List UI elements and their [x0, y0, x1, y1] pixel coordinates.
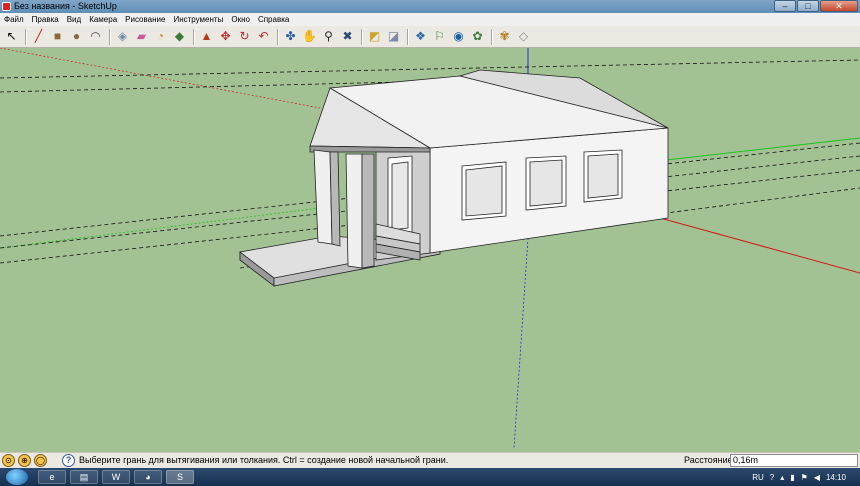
status-icons: ⊙ ⊕ ◯ — [2, 454, 50, 467]
help-icon[interactable]: ? — [62, 454, 75, 467]
menu-bar: Файл Правка Вид Камера Рисование Инструм… — [0, 13, 860, 26]
arc-tool-icon[interactable]: ◠ — [87, 28, 104, 45]
zoom-extents-icon[interactable]: ✖ — [339, 28, 356, 45]
line-tool-icon[interactable]: ╱ — [30, 28, 47, 45]
status-hint: Выберите грань для вытягивания или толка… — [79, 455, 449, 465]
select-tool-icon[interactable]: ↖ — [3, 28, 20, 45]
menu-edit[interactable]: Правка — [32, 13, 59, 26]
share-model-icon[interactable]: ◪ — [385, 28, 402, 45]
red-axis — [659, 217, 860, 274]
scene-canvas[interactable] — [0, 48, 860, 452]
porch-column-left[interactable] — [313, 149, 333, 245]
minimize-button[interactable]: – — [774, 0, 796, 12]
help-tray-icon[interactable]: ? — [770, 473, 774, 482]
model-viewport[interactable] — [0, 48, 860, 452]
ie-icon[interactable]: e — [38, 470, 66, 484]
window-2-pane — [529, 159, 563, 207]
window-controls: – □ ✕ — [773, 0, 858, 13]
menu-file[interactable]: Файл — [4, 13, 24, 26]
window-1-pane — [465, 165, 503, 217]
status-bar: ⊙ ⊕ ◯ ? Выберите грань для вытягивания и… — [0, 452, 860, 468]
maximize-button[interactable]: □ — [797, 0, 819, 12]
green-axis — [639, 137, 860, 164]
toolbar-separator — [25, 28, 27, 45]
sketchup-app-icon — [2, 2, 11, 11]
get-models-icon[interactable]: ◩ — [366, 28, 383, 45]
porch-column-right-side — [361, 153, 375, 269]
push-pull-icon[interactable]: ▲ — [198, 28, 215, 45]
porch-column-left-side — [329, 151, 341, 247]
move-tool-icon[interactable]: ✥ — [217, 28, 234, 45]
user-icon[interactable]: ◯ — [34, 454, 47, 467]
google-earth-icon[interactable]: ◉ — [450, 28, 467, 45]
eraser-tool-icon[interactable]: ▰ — [133, 28, 150, 45]
language-indicator[interactable]: RU — [752, 473, 764, 482]
house-model[interactable] — [239, 69, 669, 287]
front-door[interactable] — [391, 161, 409, 231]
menu-view[interactable]: Вид — [67, 13, 81, 26]
make-component-icon[interactable]: ◈ — [114, 28, 131, 45]
title-bar: Без названия - SketchUp – □ ✕ — [0, 0, 860, 13]
components-icon[interactable]: ❖ — [412, 28, 429, 45]
windows-taskbar: e ▤ W ◕ S RU ? ▴ ▮ ⚑ ◀ 14:10 — [0, 468, 860, 486]
toolbar-separator — [193, 28, 195, 45]
blue-axis-negative — [513, 237, 529, 449]
menu-tools[interactable]: Инструменты — [173, 13, 223, 26]
window-title: Без названия - SketchUp — [14, 1, 117, 11]
toolbar-separator — [491, 28, 493, 45]
menu-draw[interactable]: Рисование — [125, 13, 165, 26]
clock[interactable]: 14:10 — [826, 473, 846, 482]
measurements-label: Расстояние — [684, 455, 733, 465]
menu-help[interactable]: Справка — [258, 13, 289, 26]
toolbar-separator — [407, 28, 409, 45]
show-hidden-icons[interactable]: ▴ — [780, 473, 784, 482]
guide-line — [0, 59, 860, 79]
geo-location-icon[interactable]: ⊙ — [2, 454, 15, 467]
system-tray: RU ? ▴ ▮ ⚑ ◀ 14:10 — [752, 468, 860, 486]
menu-camera[interactable]: Камера — [89, 13, 117, 26]
menu-window[interactable]: Окно — [231, 13, 250, 26]
chrome-icon[interactable]: ◕ — [134, 470, 162, 484]
toolbar-separator — [109, 28, 111, 45]
volume-icon[interactable]: ◀ — [814, 473, 820, 482]
red-axis-back — [0, 48, 321, 109]
toolbar-separator — [277, 28, 279, 45]
add-location-icon[interactable]: ⚐ — [431, 28, 448, 45]
style-tool-icon[interactable]: ✾ — [496, 28, 513, 45]
offset-tool-icon[interactable]: ↶ — [255, 28, 272, 45]
tape-measure-icon[interactable]: ◔ — [152, 28, 169, 45]
toolbar-separator — [361, 28, 363, 45]
main-toolbar: ↖ ╱ ■ ● ◠ ◈ ▰ ◔ ◆ ▲ ✥ ↻ ↶ ✤ ✋ ⚲ ✖ ◩ ◪ ❖ ⚐ ◉ ✿ ✾ ◇ — [0, 26, 860, 48]
sketchup-taskbar-icon[interactable]: S — [166, 470, 194, 484]
porch-column-right[interactable] — [345, 153, 363, 269]
zoom-tool-icon[interactable]: ⚲ — [320, 28, 337, 45]
circle-tool-icon[interactable]: ● — [68, 28, 85, 45]
start-button[interactable] — [6, 469, 28, 485]
rectangle-tool-icon[interactable]: ■ — [49, 28, 66, 45]
pan-tool-icon[interactable]: ✋ — [301, 28, 318, 45]
window-3-pane — [587, 153, 619, 199]
green-axis-negative — [0, 207, 321, 249]
rotate-tool-icon[interactable]: ↻ — [236, 28, 253, 45]
close-button[interactable]: ✕ — [820, 0, 858, 12]
explorer-icon[interactable]: ▤ — [70, 470, 98, 484]
measurements-box[interactable]: 0,16m — [730, 454, 858, 467]
flag-icon[interactable]: ⚑ — [801, 473, 808, 482]
credits-icon[interactable]: ⊕ — [18, 454, 31, 467]
orbit-tool-icon[interactable]: ✤ — [282, 28, 299, 45]
network-icon[interactable]: ▮ — [790, 473, 794, 482]
paint-bucket-icon[interactable]: ◆ — [171, 28, 188, 45]
extension-warehouse-icon[interactable]: ✿ — [469, 28, 486, 45]
scenes-icon[interactable]: ◇ — [515, 28, 532, 45]
word-icon[interactable]: W — [102, 470, 130, 484]
